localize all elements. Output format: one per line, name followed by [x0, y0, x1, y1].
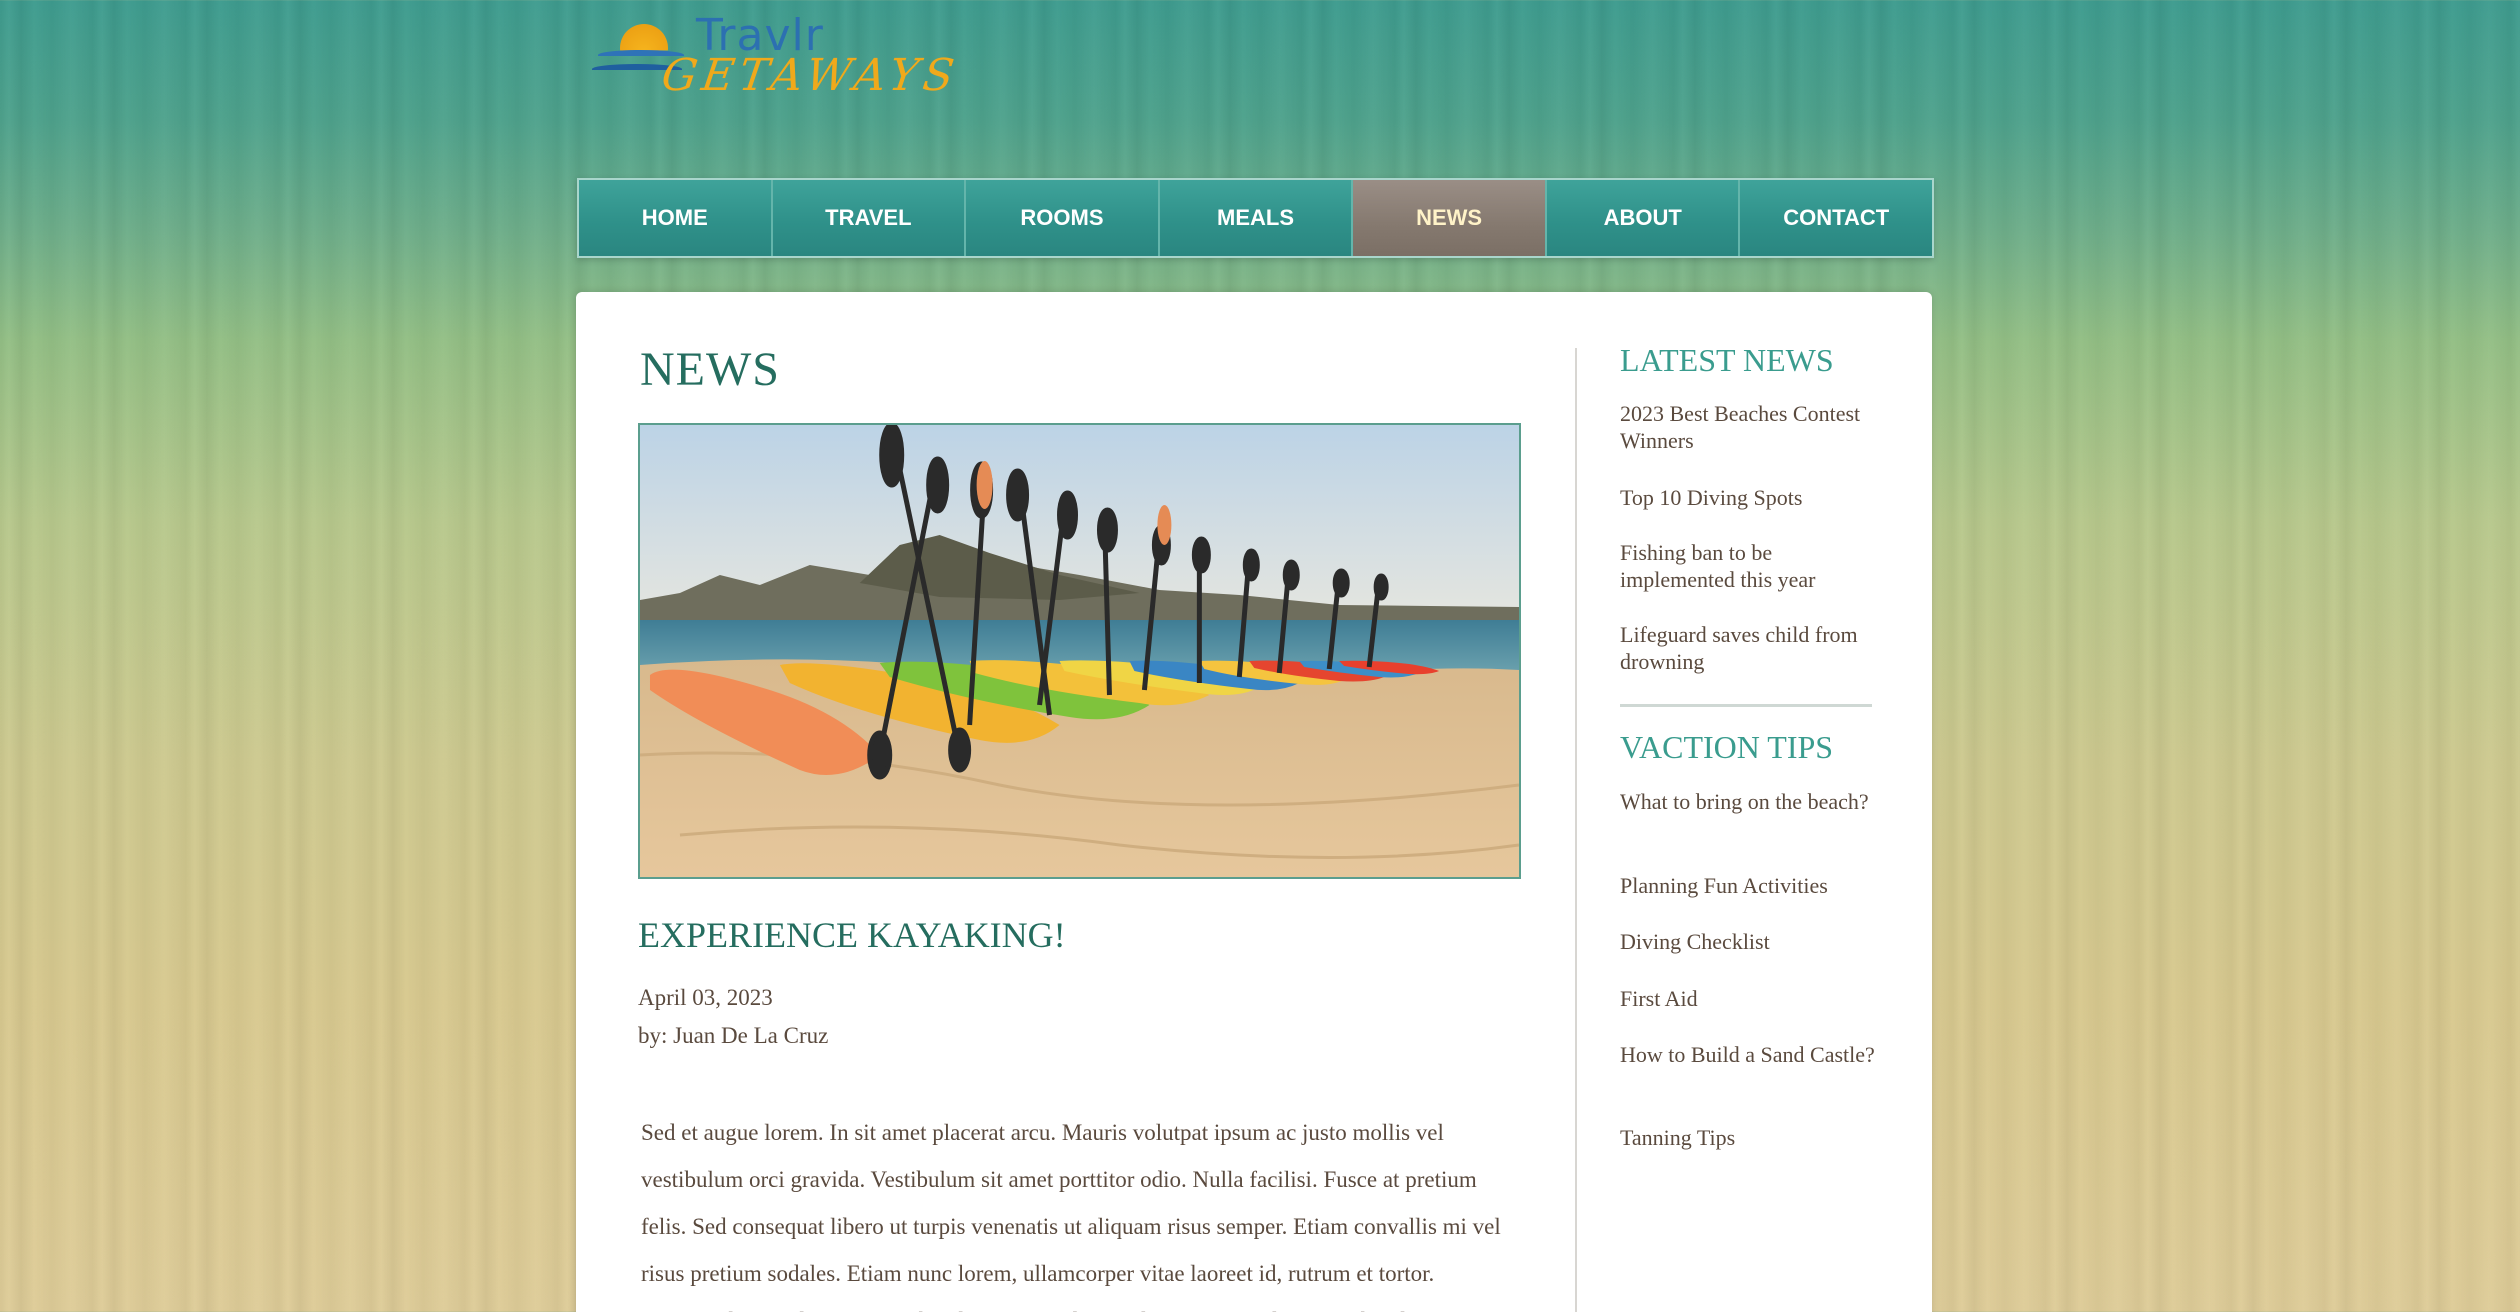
vacation-tip-link[interactable]: First Aid [1620, 985, 1880, 1012]
article-body: Sed et augue lorem. In sit amet placerat… [641, 1120, 1501, 1312]
vacation-tip-link[interactable]: Diving Checklist [1620, 928, 1880, 955]
nav-travel[interactable]: TRAVEL [772, 180, 967, 256]
latest-news-link[interactable]: 2023 Best Beaches Contest Winners [1620, 400, 1880, 454]
main-nav: HOME TRAVEL ROOMS MEALS NEWS ABOUT CONTA… [577, 178, 1934, 258]
latest-news-link[interactable]: Lifeguard saves child from drowning [1620, 621, 1880, 675]
vacation-tip-link[interactable]: Planning Fun Activities [1620, 872, 1880, 899]
logo-subtitle: GETAWAYS [658, 50, 963, 101]
kayaks-beach-image [640, 425, 1519, 877]
article-date: April 03, 2023 [638, 985, 773, 1010]
vacation-tip-link[interactable]: What to bring on the beach? [1620, 788, 1880, 815]
nav-contact[interactable]: CONTACT [1740, 180, 1933, 256]
latest-news-link[interactable]: Fishing ban to be implemented this year [1620, 539, 1880, 593]
nav-about[interactable]: ABOUT [1546, 180, 1741, 256]
vacation-tip-link[interactable]: How to Build a Sand Castle? [1620, 1041, 1880, 1068]
article-title: EXPERIENCE KAYAKING! [638, 915, 1066, 955]
nav-rooms[interactable]: ROOMS [966, 180, 1160, 256]
nav-home[interactable]: HOME [579, 180, 773, 256]
site-logo[interactable]: Travlr GETAWAYS [592, 10, 962, 107]
content-divider [1575, 348, 1577, 1312]
sidebar-divider [1620, 704, 1872, 707]
vacation-tips-heading: VACTION TIPS [1620, 729, 1834, 765]
article-author: by: Juan De La Cruz [638, 1023, 829, 1048]
latest-news-heading: LATEST NEWS [1620, 342, 1834, 378]
nav-meals[interactable]: MEALS [1159, 180, 1354, 256]
content-panel: NEWS EXPERIENCE KAYAKING! April 03, 2023… [576, 292, 1932, 1312]
page-title: NEWS [640, 343, 780, 396]
nav-news[interactable]: NEWS [1353, 180, 1547, 256]
article-image [638, 423, 1521, 879]
vacation-tip-link[interactable]: Tanning Tips [1620, 1124, 1880, 1151]
latest-news-link[interactable]: Top 10 Diving Spots [1620, 484, 1880, 511]
